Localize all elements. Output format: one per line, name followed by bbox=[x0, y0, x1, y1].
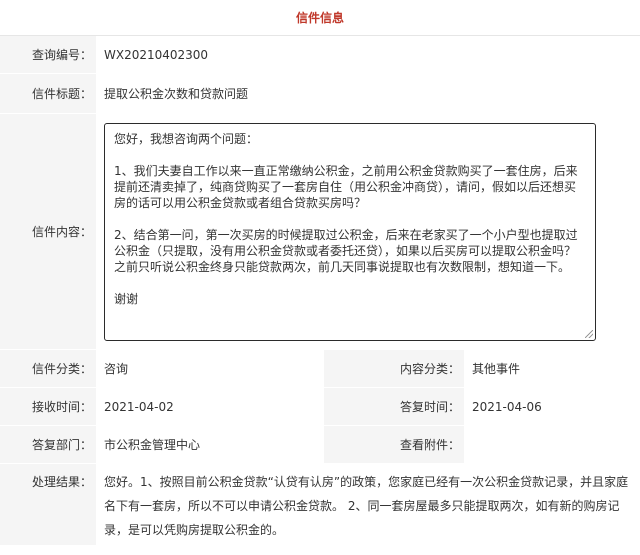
category-row: 信件分类： 咨询 内容分类： 其他事件 bbox=[0, 350, 640, 388]
resize-grip-icon[interactable] bbox=[585, 329, 593, 338]
received-time-label: 接收时间： bbox=[0, 388, 96, 425]
page-title: 信件信息 bbox=[0, 0, 640, 36]
content-row: 信件内容： 您好，我想咨询两个问题： 1、我们夫妻自工作以来一直正常缴纳公积金，… bbox=[0, 114, 640, 350]
query-id-value: WX20210402300 bbox=[96, 36, 640, 73]
content-paragraph: 您好，我想咨询两个问题： bbox=[114, 131, 259, 146]
reply-dept-value: 市公积金管理中心 bbox=[96, 426, 324, 463]
content-paragraph: 2、结合第一问，第一次买房的时候提取过公积金，后来在老家买了一个小户型也提取过公… bbox=[114, 227, 578, 274]
subject-row: 信件标题： 提取公积金次数和贷款问题 bbox=[0, 74, 640, 114]
time-row: 接收时间： 2021-04-02 答复时间： 2021-04-06 bbox=[0, 388, 640, 426]
dept-row: 答复部门： 市公积金管理中心 查看附件： bbox=[0, 426, 640, 464]
content-paragraph: 谢谢 bbox=[114, 291, 139, 306]
content-textarea[interactable]: 您好，我想咨询两个问题： 1、我们夫妻自工作以来一直正常缴纳公积金，之前用公积金… bbox=[104, 122, 596, 341]
reply-time-value: 2021-04-06 bbox=[464, 388, 640, 425]
received-time-value: 2021-04-02 bbox=[96, 388, 324, 425]
category-label: 信件分类： bbox=[0, 350, 96, 387]
result-cell: 您好。1、按照目前公积金贷款“认贷有认房”的政策，您家庭已经有一次公积金贷款记录… bbox=[96, 464, 640, 545]
subject-label: 信件标题： bbox=[0, 74, 96, 113]
reply-time-label: 答复时间： bbox=[324, 388, 464, 425]
content-label: 信件内容： bbox=[0, 114, 96, 349]
attachment-value[interactable] bbox=[464, 426, 640, 463]
content-category-label: 内容分类： bbox=[324, 350, 464, 387]
result-label: 处理结果： bbox=[0, 464, 96, 545]
query-id-row: 查询编号： WX20210402300 bbox=[0, 36, 640, 74]
attachment-label: 查看附件： bbox=[324, 426, 464, 463]
query-id-label: 查询编号： bbox=[0, 36, 96, 73]
reply-dept-label: 答复部门： bbox=[0, 426, 96, 463]
content-category-value: 其他事件 bbox=[464, 350, 640, 387]
result-row: 处理结果： 您好。1、按照目前公积金贷款“认贷有认房”的政策，您家庭已经有一次公… bbox=[0, 464, 640, 546]
subject-value: 提取公积金次数和贷款问题 bbox=[96, 74, 640, 113]
category-value: 咨询 bbox=[96, 350, 324, 387]
result-text: 您好。1、按照目前公积金贷款“认贷有认房”的政策，您家庭已经有一次公积金贷款记录… bbox=[104, 475, 629, 537]
letter-info-panel: 信件信息 查询编号： WX20210402300 信件标题： 提取公积金次数和贷… bbox=[0, 0, 640, 555]
content-cell: 您好，我想咨询两个问题： 1、我们夫妻自工作以来一直正常缴纳公积金，之前用公积金… bbox=[96, 114, 640, 349]
content-paragraph: 1、我们夫妻自工作以来一直正常缴纳公积金，之前用公积金贷款购买了一套住房，后来提… bbox=[114, 163, 578, 210]
